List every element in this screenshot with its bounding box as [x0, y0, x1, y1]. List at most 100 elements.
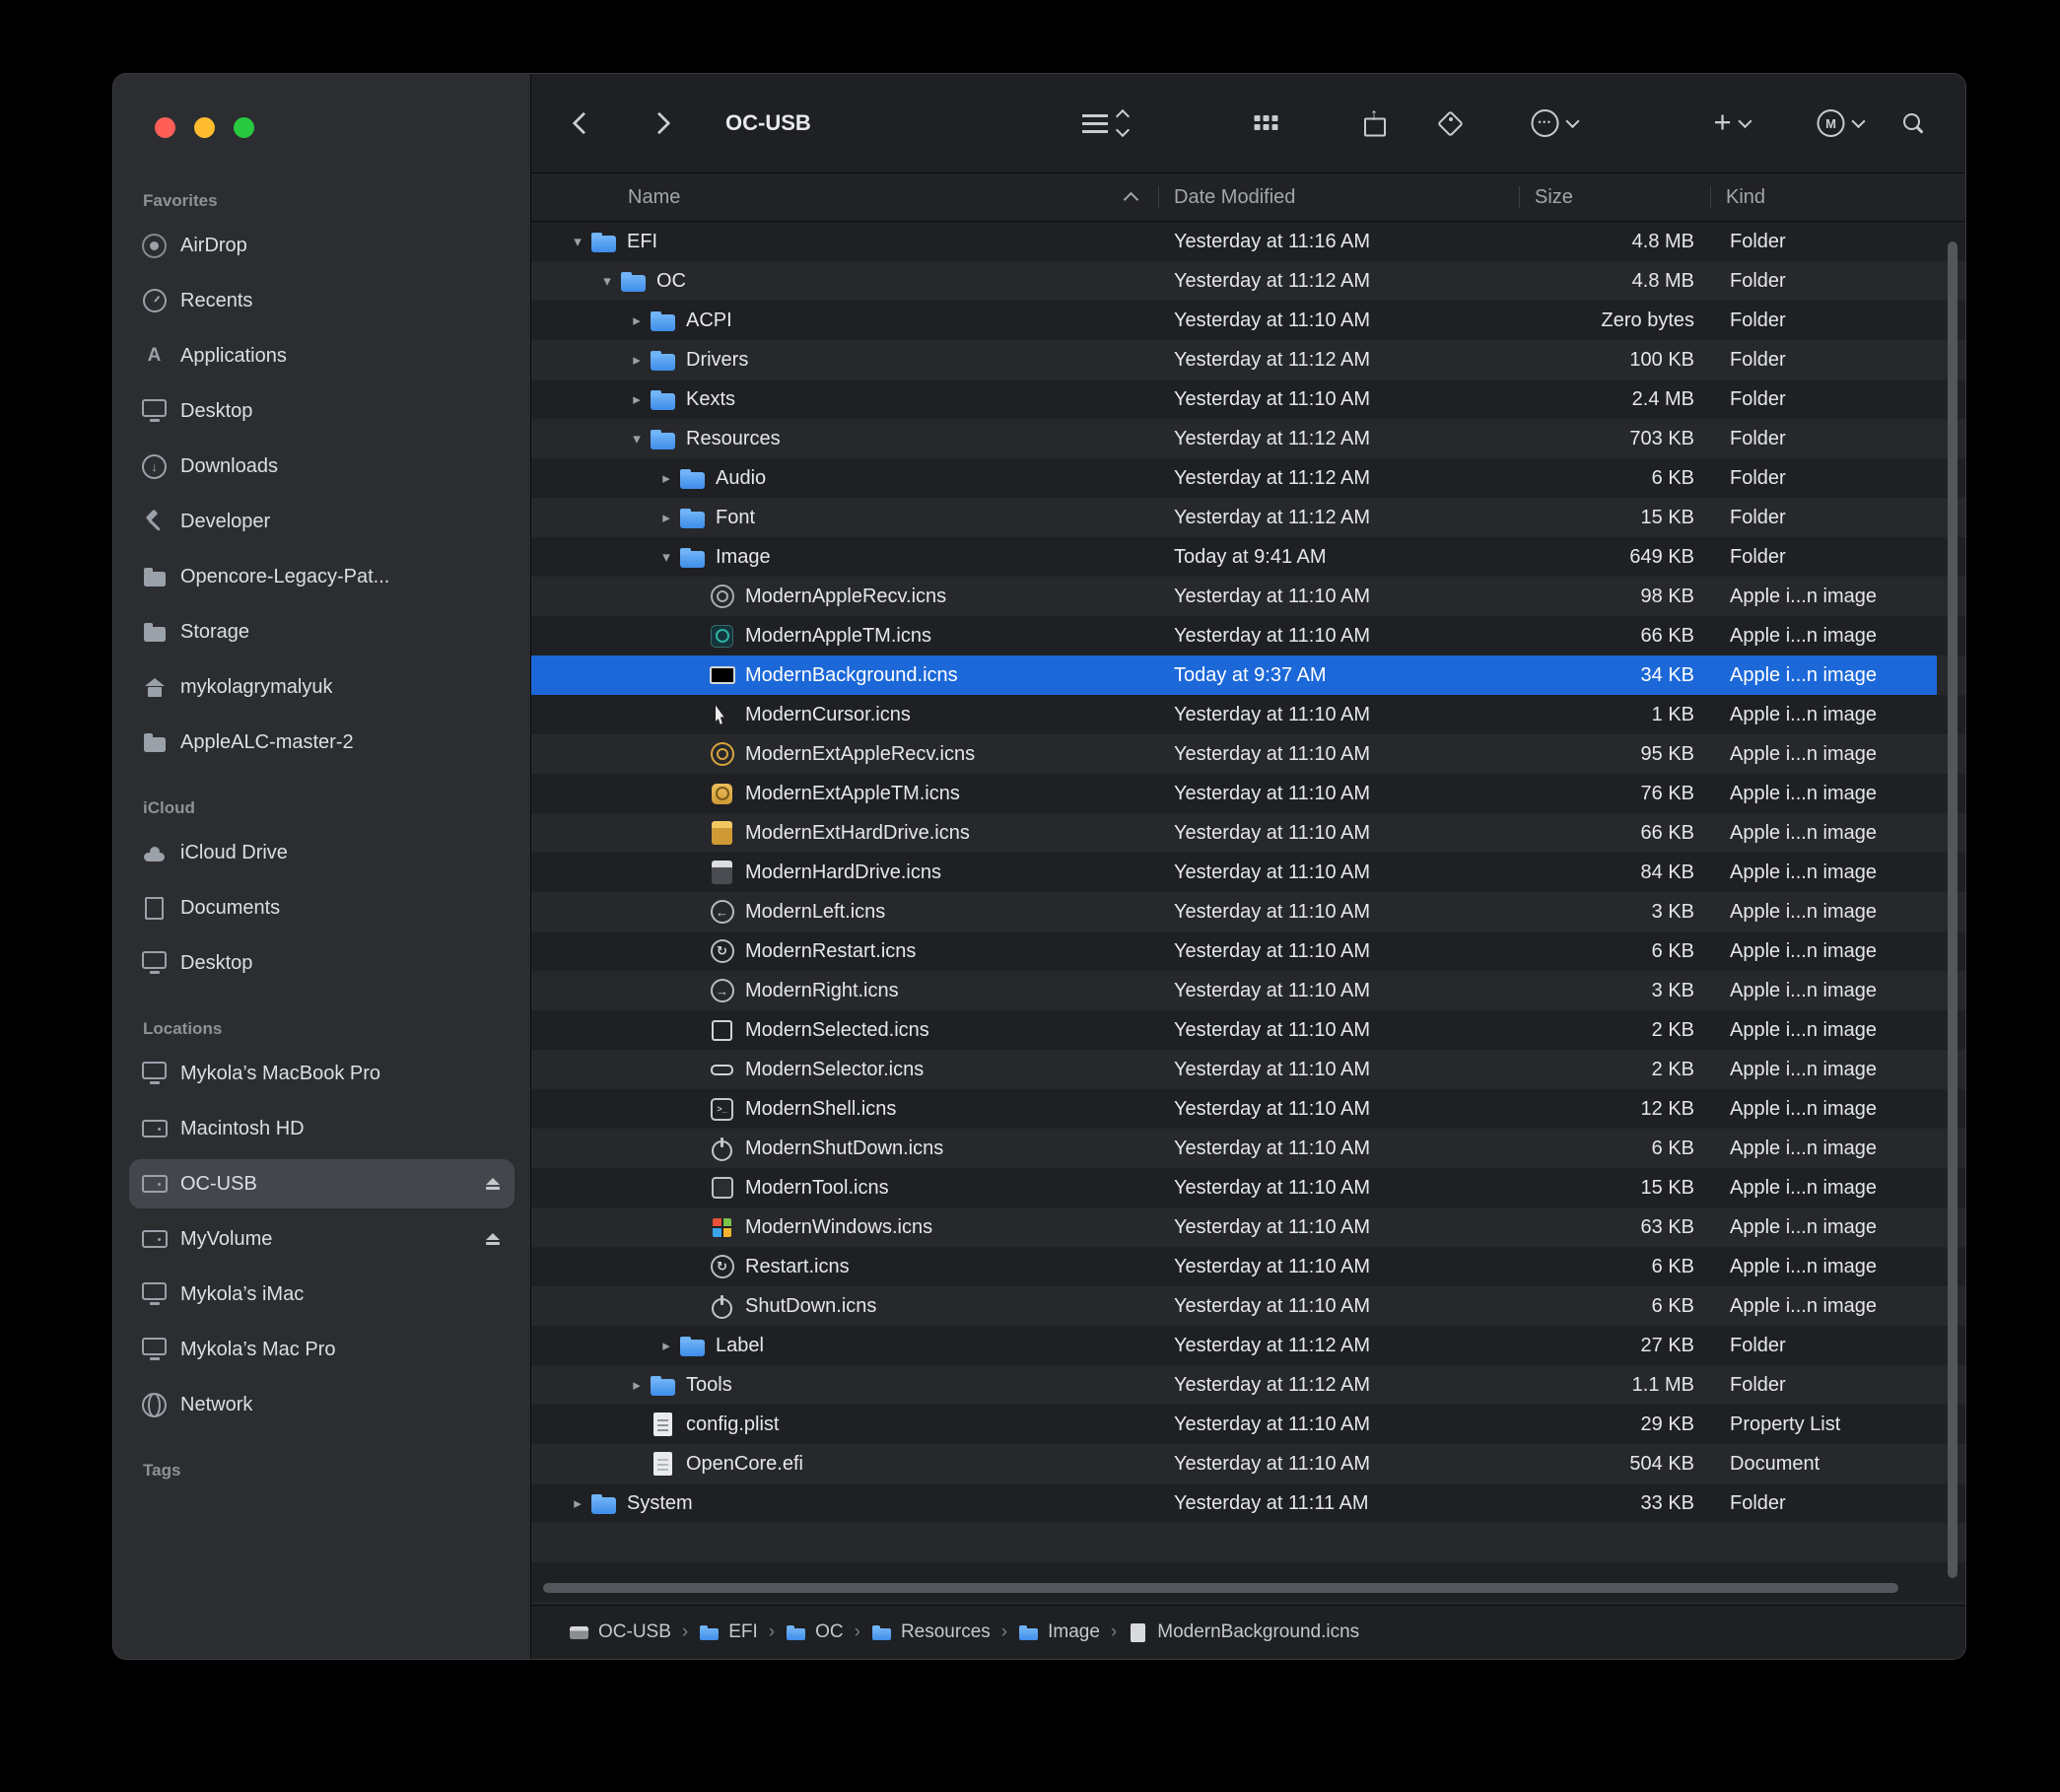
sidebar-item-applealc-master-2[interactable]: AppleALC-master-2: [129, 718, 515, 767]
file-row-modernharddrive-icns[interactable]: ModernHardDrive.icnsYesterday at 11:10 A…: [531, 853, 1937, 892]
sidebar-item-myvolume[interactable]: MyVolume: [129, 1214, 515, 1264]
disclosure-closed-icon[interactable]: ▸: [624, 311, 650, 329]
search-button[interactable]: [1900, 110, 1926, 136]
file-row-shutdown-icns[interactable]: ShutDown.icnsYesterday at 11:10 AM6 KBAp…: [531, 1286, 1937, 1326]
disclosure-closed-icon[interactable]: ▸: [624, 351, 650, 369]
sidebar-item-developer[interactable]: Developer: [129, 497, 515, 546]
view-mode-button[interactable]: [1082, 111, 1128, 135]
sidebar-item-airdrop[interactable]: AirDrop: [129, 221, 515, 270]
file-row-modernextapplerecv-icns[interactable]: ModernExtAppleRecv.icnsYesterday at 11:1…: [531, 734, 1937, 774]
file-row-acpi[interactable]: ▸ACPIYesterday at 11:10 AMZero bytesFold…: [531, 301, 1937, 340]
file-row-label[interactable]: ▸LabelYesterday at 11:12 AM27 KBFolder: [531, 1326, 1937, 1365]
vertical-scrollbar[interactable]: [1948, 241, 1957, 1578]
file-name-cell: ▾Resources: [531, 426, 1158, 452]
group-by-button[interactable]: [1255, 115, 1279, 131]
file-row-modernwindows-icns[interactable]: ModernWindows.icnsYesterday at 11:10 AM6…: [531, 1207, 1937, 1247]
chevron-down-icon: [1565, 114, 1579, 128]
file-row-modernextharddrive-icns[interactable]: ModernExtHardDrive.icnsYesterday at 11:1…: [531, 813, 1937, 853]
column-header-kind[interactable]: Kind: [1710, 173, 1937, 221]
sidebar-item-applications[interactable]: Applications: [129, 331, 515, 380]
sidebar-item-mykola-s-mac-pro[interactable]: Mykola’s Mac Pro: [129, 1325, 515, 1374]
file-row-tools[interactable]: ▸ToolsYesterday at 11:12 AM1.1 MBFolder: [531, 1365, 1937, 1405]
eject-icon[interactable]: [485, 1178, 501, 1190]
sidebar-item-oc-usb[interactable]: OC-USB: [129, 1159, 515, 1208]
disclosure-open-icon[interactable]: ▾: [594, 272, 620, 290]
file-row-moderncursor-icns[interactable]: ModernCursor.icnsYesterday at 11:10 AM1 …: [531, 695, 1937, 734]
tags-button[interactable]: [1437, 110, 1463, 136]
horizontal-scrollbar[interactable]: [543, 1583, 1898, 1593]
disclosure-open-icon[interactable]: ▾: [653, 548, 679, 566]
disclosure-open-icon[interactable]: ▾: [565, 233, 590, 250]
disclosure-closed-icon[interactable]: ▸: [565, 1494, 590, 1512]
back-button[interactable]: [576, 115, 591, 131]
column-header-size[interactable]: Size: [1519, 173, 1710, 221]
path-item-image[interactable]: Image: [1018, 1621, 1100, 1643]
path-item-oc[interactable]: OC: [786, 1621, 844, 1643]
share-button[interactable]: [1363, 110, 1385, 137]
disclosure-closed-icon[interactable]: ▸: [624, 1376, 650, 1394]
file-row-modernleft-icns[interactable]: ModernLeft.icnsYesterday at 11:10 AM3 KB…: [531, 892, 1937, 931]
file-row-modernselected-icns[interactable]: ModernSelected.icnsYesterday at 11:10 AM…: [531, 1010, 1937, 1050]
account-button[interactable]: M: [1818, 109, 1864, 137]
sidebar-item-opencore-legacy-pat[interactable]: Opencore-Legacy-Pat...: [129, 552, 515, 601]
column-header-name[interactable]: Name: [531, 173, 1158, 221]
file-row-restart-icns[interactable]: Restart.icnsYesterday at 11:10 AM6 KBApp…: [531, 1247, 1937, 1286]
file-row-drivers[interactable]: ▸DriversYesterday at 11:12 AM100 KBFolde…: [531, 340, 1937, 379]
disclosure-closed-icon[interactable]: ▸: [653, 509, 679, 526]
file-row-resources[interactable]: ▾ResourcesYesterday at 11:12 AM703 KBFol…: [531, 419, 1937, 458]
sidebar-item-label: mykolagrymalyuk: [180, 676, 332, 699]
file-row-kexts[interactable]: ▸KextsYesterday at 11:10 AM2.4 MBFolder: [531, 379, 1937, 419]
file-row-moderntool-icns[interactable]: ModernTool.icnsYesterday at 11:10 AM15 K…: [531, 1168, 1937, 1207]
sidebar-item-downloads[interactable]: Downloads: [129, 442, 515, 491]
disclosure-closed-icon[interactable]: ▸: [653, 469, 679, 487]
file-row-modernextappletm-icns[interactable]: ModernExtAppleTM.icnsYesterday at 11:10 …: [531, 774, 1937, 813]
sidebar-item-mykola-s-imac[interactable]: Mykola’s iMac: [129, 1270, 515, 1319]
path-item-modernbackground-icns[interactable]: ModernBackground.icns: [1128, 1621, 1359, 1643]
file-row-font[interactable]: ▸FontYesterday at 11:12 AM15 KBFolder: [531, 498, 1937, 537]
file-row-config-plist[interactable]: config.plistYesterday at 11:10 AM29 KBPr…: [531, 1405, 1937, 1444]
new-item-button[interactable]: +: [1713, 109, 1750, 137]
file-date: Yesterday at 11:10 AM: [1158, 1453, 1519, 1476]
file-row-modernbackground-icns[interactable]: ModernBackground.icnsToday at 9:37 AM34 …: [531, 655, 1937, 695]
file-row-modernright-icns[interactable]: ModernRight.icnsYesterday at 11:10 AM3 K…: [531, 971, 1937, 1010]
file-row-image[interactable]: ▾ImageToday at 9:41 AM649 KBFolder: [531, 537, 1937, 577]
sidebar-item-desktop[interactable]: Desktop: [129, 938, 515, 988]
sidebar-item-mykola-s-macbook-pro[interactable]: Mykola’s MacBook Pro: [129, 1049, 515, 1098]
file-row-modernappletm-icns[interactable]: ModernAppleTM.icnsYesterday at 11:10 AM6…: [531, 616, 1937, 655]
path-item-oc-usb[interactable]: OC-USB: [569, 1621, 671, 1643]
sidebar-item-mykolagrymalyuk[interactable]: mykolagrymalyuk: [129, 662, 515, 712]
sidebar-item-macintosh-hd[interactable]: Macintosh HD: [129, 1104, 515, 1153]
file-kind: Apple i...n image: [1710, 980, 1937, 1002]
path-item-resources[interactable]: Resources: [871, 1621, 991, 1643]
zoom-button[interactable]: [234, 117, 254, 138]
file-row-modernshutdown-icns[interactable]: ModernShutDown.icnsYesterday at 11:10 AM…: [531, 1129, 1937, 1168]
forward-button[interactable]: [652, 115, 667, 131]
file-row-opencore-efi[interactable]: OpenCore.efiYesterday at 11:10 AM504 KBD…: [531, 1444, 1937, 1483]
file-row-modernrestart-icns[interactable]: ModernRestart.icnsYesterday at 11:10 AM6…: [531, 931, 1937, 971]
disclosure-open-icon[interactable]: ▾: [624, 430, 650, 448]
file-size: 4.8 MB: [1519, 231, 1710, 253]
file-name-cell: ModernCursor.icns: [531, 702, 1158, 728]
eject-icon[interactable]: [485, 1233, 501, 1245]
sidebar-item-network[interactable]: Network: [129, 1380, 515, 1429]
more-actions-button[interactable]: •••: [1532, 109, 1578, 137]
file-row-modernshell-icns[interactable]: ModernShell.icnsYesterday at 11:10 AM12 …: [531, 1089, 1937, 1129]
close-button[interactable]: [155, 117, 175, 138]
sidebar-item-storage[interactable]: Storage: [129, 607, 515, 656]
sidebar-item-icloud-drive[interactable]: iCloud Drive: [129, 828, 515, 877]
minimize-button[interactable]: [194, 117, 215, 138]
file-row-modernapplerecv-icns[interactable]: ModernAppleRecv.icnsYesterday at 11:10 A…: [531, 577, 1937, 616]
disclosure-closed-icon[interactable]: ▸: [624, 390, 650, 408]
file-row-system[interactable]: ▸SystemYesterday at 11:11 AM33 KBFolder: [531, 1483, 1937, 1523]
path-item-efi[interactable]: EFI: [699, 1621, 758, 1643]
sidebar-item-recents[interactable]: Recents: [129, 276, 515, 325]
file-row-oc[interactable]: ▾OCYesterday at 11:12 AM4.8 MBFolder: [531, 261, 1937, 301]
file-row-audio[interactable]: ▸AudioYesterday at 11:12 AM6 KBFolder: [531, 458, 1937, 498]
file-row-efi[interactable]: ▾EFIYesterday at 11:16 AM4.8 MBFolder: [531, 222, 1937, 261]
column-header-name-label: Name: [628, 186, 680, 209]
sidebar-item-desktop[interactable]: Desktop: [129, 386, 515, 436]
sidebar-item-documents[interactable]: Documents: [129, 883, 515, 932]
disclosure-closed-icon[interactable]: ▸: [653, 1337, 679, 1354]
column-header-date-modified[interactable]: Date Modified: [1158, 173, 1519, 221]
file-row-modernselector-icns[interactable]: ModernSelector.icnsYesterday at 11:10 AM…: [531, 1050, 1937, 1089]
